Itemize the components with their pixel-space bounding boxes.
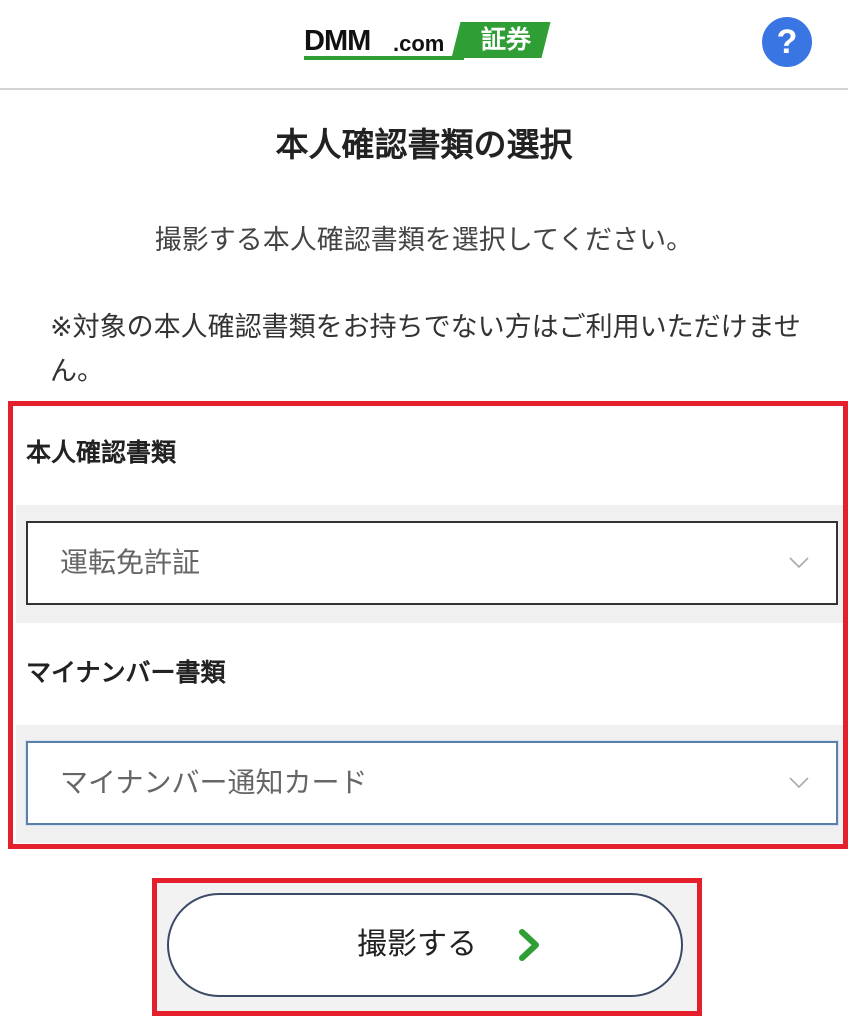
my-number-selected-value: マイナンバー通知カード	[60, 766, 368, 799]
help-icon: ?	[776, 23, 798, 61]
page: DMM .com 証券 ? 本人確認書類の選択 撮影する本人確認書類を選択してく…	[0, 0, 848, 1024]
chevron-down-icon	[789, 557, 809, 569]
my-number-select-wrapper: マイナンバー通知カード	[16, 725, 848, 843]
logo-underline	[304, 56, 464, 60]
chevron-down-icon	[789, 777, 809, 789]
notice-text: ※対象の本人確認書類をお持ちでない方はご利用いただけません。	[50, 312, 801, 387]
header: DMM .com 証券 ?	[0, 0, 848, 90]
logo-badge-text: 証券	[480, 25, 531, 54]
page-title: 本人確認書類の選択	[275, 125, 573, 164]
id-document-selected-value: 運転免許証	[60, 546, 201, 579]
help-button[interactable]: ?	[762, 17, 812, 67]
id-document-select-wrapper: 運転免許証	[16, 505, 848, 623]
instruction-text: 撮影する本人確認書類を選択してください。	[154, 225, 694, 256]
dmm-securities-logo[interactable]: DMM .com 証券	[304, 22, 551, 60]
shoot-button[interactable]: 撮影する	[167, 893, 683, 997]
chevron-right-icon	[519, 929, 539, 961]
shoot-button-label: 撮影する	[357, 927, 477, 962]
id-document-select[interactable]: 運転免許証	[26, 521, 838, 605]
my-number-document-label: マイナンバー書類	[26, 658, 226, 687]
logo-brand: DMM	[304, 25, 371, 57]
id-document-label: 本人確認書類	[26, 438, 177, 467]
document-select-section: 本人確認書類 運転免許証 マイナンバー書類 マイナンバー通知カード	[8, 401, 848, 849]
my-number-document-select[interactable]: マイナンバー通知カード	[26, 741, 838, 825]
